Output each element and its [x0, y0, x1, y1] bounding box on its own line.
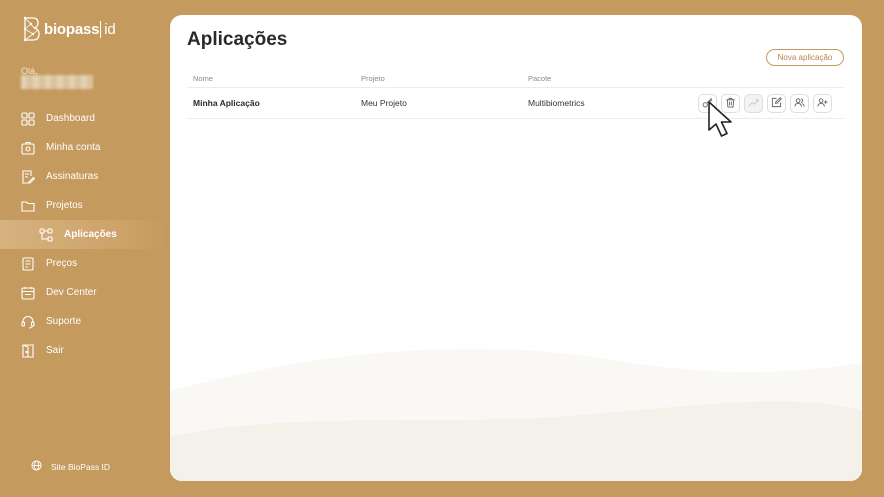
column-header-pacote[interactable]: Pacote	[522, 74, 682, 83]
applications-table: Nome Projeto Pacote Minha Aplicação Meu …	[187, 70, 844, 119]
sidebar-item-sair[interactable]: Sair	[0, 336, 170, 365]
folder-icon	[21, 199, 35, 213]
hierarchy-icon	[39, 227, 53, 242]
sidebar-item-label: Aplicações	[64, 229, 117, 240]
table-row[interactable]: Minha Aplicação Meu Projeto Multibiometr…	[187, 88, 844, 119]
site-link-label: Site BioPass ID	[51, 461, 111, 472]
sidebar-item-label: Assinaturas	[46, 171, 99, 182]
sidebar-item-label: Minha conta	[46, 142, 101, 153]
sidebar-item-aplicacoes[interactable]: Aplicações	[0, 220, 170, 249]
price-list-icon	[21, 256, 35, 271]
sidebar-item-precos[interactable]: Preços	[0, 249, 170, 278]
sidebar-item-label: Projetos	[46, 200, 83, 211]
background-wave	[170, 348, 862, 481]
sidebar-item-suporte[interactable]: Suporte	[0, 307, 170, 336]
document-edit-icon	[21, 169, 35, 184]
key-icon	[702, 97, 713, 110]
edit-icon	[771, 97, 782, 110]
brand-suffix: id	[100, 20, 116, 38]
headset-icon	[21, 315, 35, 329]
exit-door-icon	[21, 343, 35, 358]
brand-name-text: biopass	[44, 20, 100, 38]
add-user-button[interactable]	[813, 94, 832, 113]
username-blurred	[21, 75, 93, 89]
id-card-icon	[21, 141, 35, 155]
sidebar-item-dev-center[interactable]: Dev Center	[0, 278, 170, 307]
calendar-icon	[21, 286, 35, 300]
sidebar-item-label: Dashboard	[46, 113, 95, 124]
add-user-icon	[817, 97, 828, 110]
column-header-projeto[interactable]: Projeto	[355, 74, 522, 83]
biopass-logo-icon	[22, 16, 40, 42]
statistics-button[interactable]	[744, 94, 763, 113]
brand-logo[interactable]: biopass id	[22, 16, 116, 42]
sidebar-item-label: Suporte	[46, 316, 82, 327]
grid-icon	[21, 111, 35, 126]
sidebar-item-projetos[interactable]: Projetos	[0, 191, 170, 220]
sidebar-item-label: Sair	[46, 345, 64, 356]
page-title: Aplicações	[187, 29, 288, 50]
row-actions	[698, 94, 832, 113]
sidebar: biopass id Olá, Dashboard Minha conta Ass…	[0, 0, 170, 497]
cell-nome: Minha Aplicação	[193, 98, 260, 108]
trend-chart-icon	[748, 97, 759, 110]
column-header-nome[interactable]: Nome	[187, 74, 355, 83]
cell-projeto: Meu Projeto	[361, 98, 407, 108]
sidebar-nav: Dashboard Minha conta Assinaturas Projet…	[0, 104, 170, 365]
manage-users-button[interactable]	[790, 94, 809, 113]
sidebar-item-dashboard[interactable]: Dashboard	[0, 104, 170, 133]
users-icon	[794, 97, 805, 110]
cell-pacote: Multibiometrics	[528, 98, 585, 108]
sidebar-item-label: Preços	[46, 258, 78, 269]
brand-name: biopass id	[44, 20, 116, 38]
sidebar-item-minha-conta[interactable]: Minha conta	[0, 133, 170, 162]
sidebar-item-label: Dev Center	[46, 287, 97, 298]
delete-button[interactable]	[721, 94, 740, 113]
sidebar-item-assinaturas[interactable]: Assinaturas	[0, 162, 170, 191]
table-header: Nome Projeto Pacote	[187, 70, 844, 88]
globe-icon	[31, 460, 42, 473]
keys-button[interactable]	[698, 94, 717, 113]
trash-icon	[725, 97, 736, 110]
site-biopass-link[interactable]: Site BioPass ID	[31, 460, 110, 473]
edit-button[interactable]	[767, 94, 786, 113]
new-application-button[interactable]: Nova aplicação	[766, 49, 844, 66]
main-panel: Aplicações Nova aplicação Nome Projeto P…	[170, 15, 862, 481]
